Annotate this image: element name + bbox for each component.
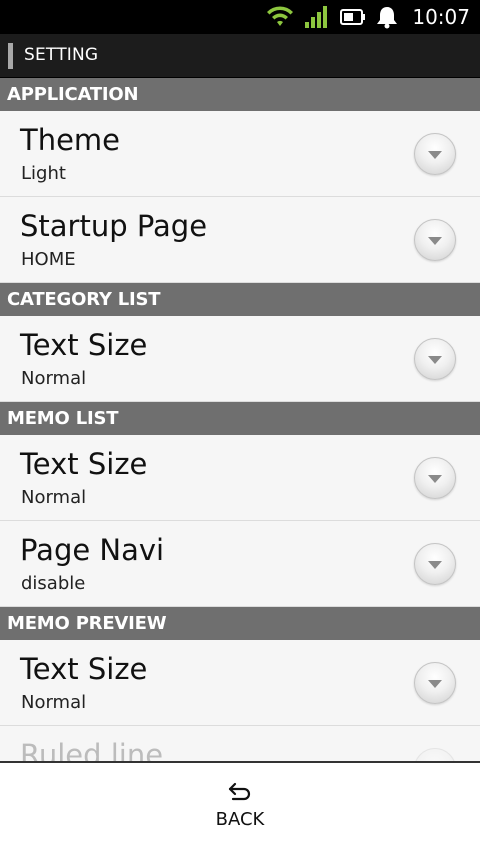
setting-title: Text Size [20, 328, 148, 362]
setting-title: Theme [20, 123, 121, 157]
setting-title: Text Size [20, 652, 148, 686]
dropdown-arrow-icon[interactable] [414, 748, 456, 762]
dropdown-arrow-icon[interactable] [414, 133, 456, 175]
setting-row-theme[interactable]: Theme Light [0, 111, 480, 197]
bottom-bar: BACK [0, 761, 480, 854]
setting-value: Normal [21, 692, 87, 713]
page-title: SETTING [24, 45, 99, 65]
setting-value: disable [21, 573, 86, 594]
setting-title: Startup Page [20, 209, 208, 243]
setting-value: HOME [21, 249, 76, 270]
battery-icon [340, 7, 366, 27]
status-time: 10:07 [412, 5, 470, 29]
dropdown-arrow-icon[interactable] [414, 543, 456, 585]
section-header-application: APPLICATION [0, 78, 480, 111]
section-header-memo-list: MEMO LIST [0, 402, 480, 435]
setting-row-page-navi[interactable]: Page Navi disable [0, 521, 480, 607]
setting-row-startup-page[interactable]: Startup Page HOME [0, 197, 480, 283]
bell-icon [376, 5, 398, 29]
setting-row-category-text-size[interactable]: Text Size Normal [0, 316, 480, 402]
setting-value: Normal [21, 368, 87, 389]
setting-value: Normal [21, 487, 87, 508]
dropdown-arrow-icon[interactable] [414, 338, 456, 380]
status-bar: 10:07 [0, 0, 480, 34]
setting-value: Light [21, 163, 66, 184]
wifi-icon [266, 6, 294, 28]
back-button[interactable]: BACK [190, 781, 290, 841]
dropdown-arrow-icon[interactable] [414, 457, 456, 499]
signal-icon [304, 5, 330, 29]
settings-list[interactable]: APPLICATION Theme Light Startup Page HOM… [0, 78, 480, 762]
setting-title: Page Navi [20, 533, 165, 567]
title-accent-bar [8, 43, 13, 69]
section-header-memo-preview: MEMO PREVIEW [0, 607, 480, 640]
dropdown-arrow-icon[interactable] [414, 662, 456, 704]
setting-title: Text Size [20, 447, 148, 481]
status-icons: 10:07 [266, 0, 470, 34]
setting-title: Ruled line [20, 738, 164, 762]
setting-row-preview-text-size[interactable]: Text Size Normal [0, 640, 480, 726]
back-label: BACK [215, 809, 265, 830]
title-bar: SETTING [0, 34, 480, 78]
setting-row-memo-text-size[interactable]: Text Size Normal [0, 435, 480, 521]
back-arrow-icon [228, 782, 251, 801]
section-header-category-list: CATEGORY LIST [0, 283, 480, 316]
setting-row-ruled-line[interactable]: Ruled line [0, 726, 480, 762]
dropdown-arrow-icon[interactable] [414, 219, 456, 261]
